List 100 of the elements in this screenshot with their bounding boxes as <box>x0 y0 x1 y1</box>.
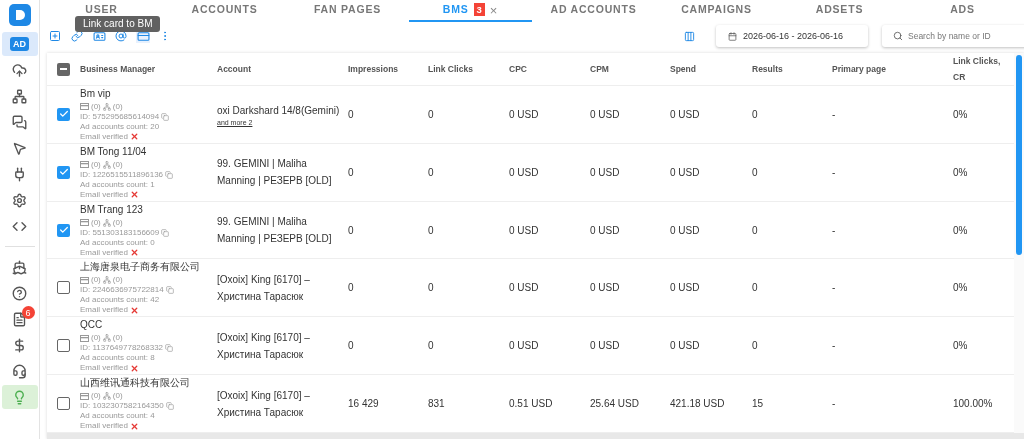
table-cell-text: 0 USD <box>670 224 701 236</box>
hierarchy-icon <box>102 276 111 285</box>
column-header[interactable]: Link Clicks, CR <box>953 53 1012 85</box>
vertical-scrollbar[interactable] <box>1014 53 1024 433</box>
table-cell-text: 0 <box>752 108 759 120</box>
column-header[interactable]: Primary page <box>832 61 953 77</box>
table-cell-text: 0 USD <box>509 166 540 178</box>
close-tab-button[interactable]: × <box>489 3 499 18</box>
hierarchy-icon <box>102 392 111 401</box>
column-header[interactable]: Results <box>752 61 832 77</box>
column-header[interactable]: Business Manager <box>80 61 217 77</box>
table-cell-text: 0 USD <box>670 282 701 294</box>
column-header[interactable]: Account <box>217 61 348 77</box>
member-count: (0) <box>112 217 123 228</box>
column-header[interactable]: Impressions <box>348 61 428 77</box>
table-cell-text: 0 <box>348 166 355 178</box>
table-cell-text: 0% <box>953 340 969 352</box>
table-cell-text: 0% <box>953 224 969 236</box>
select-all-checkbox[interactable] <box>57 62 70 76</box>
calendar-icon <box>728 31 737 41</box>
table-cell-text: 0 USD <box>670 340 701 352</box>
email-verified-label: Email verified <box>80 189 128 200</box>
columns-icon[interactable] <box>683 30 695 42</box>
at-sign-icon[interactable] <box>115 30 127 42</box>
account-name: oxi Darkshard 14/8(Gemini) <box>217 104 341 119</box>
card-icon <box>80 219 89 227</box>
bm-name: Bm vip <box>80 86 112 100</box>
row-checkbox[interactable] <box>57 339 70 353</box>
row-checkbox[interactable] <box>57 165 70 179</box>
date-range-field[interactable]: 2026-06-16 - 2026-06-16 <box>716 25 868 47</box>
tab[interactable]: CAMPAIGNS <box>655 0 778 22</box>
headset-icon <box>12 363 27 379</box>
cloud-upload-icon <box>12 62 27 78</box>
row-checkbox[interactable] <box>57 107 70 121</box>
table-cell-text: 0 <box>428 282 435 294</box>
card-icon <box>80 161 89 169</box>
column-header[interactable]: Spend <box>670 61 752 77</box>
table-cell-text: 0 USD <box>509 340 540 352</box>
tab[interactable]: FAN PAGES <box>286 0 409 22</box>
ad-accounts-count: Ad accounts count: 8 <box>80 353 156 364</box>
row-checkbox[interactable] <box>57 397 70 411</box>
tab[interactable]: ACCOUNTS <box>163 0 286 22</box>
sidebar-item[interactable]: AD <box>1 32 38 56</box>
card-count: (0) <box>91 159 101 170</box>
ad-accounts-count: Ad accounts count: 42 <box>80 295 161 306</box>
tab[interactable]: BMS 3 × <box>409 0 532 22</box>
table-cell-text: 16 429 <box>348 398 380 410</box>
ad-accounts-count: Ad accounts count: 20 <box>80 121 161 132</box>
card-icon <box>80 276 89 284</box>
member-count: (0) <box>112 391 123 402</box>
table-cell-text: 25.64 USD <box>590 398 640 410</box>
help-icon <box>12 285 27 301</box>
table-cell-text: 0 <box>428 340 435 352</box>
email-verified-label: Email verified <box>80 131 128 142</box>
member-count: (0) <box>112 275 123 286</box>
table-cell-text: 0 <box>348 282 355 294</box>
link-icon[interactable] <box>71 30 83 42</box>
account-name: [Oxoix] King [6170] – Христина Тарасюк <box>217 272 311 304</box>
table-cell-text: 0 <box>752 282 759 294</box>
bm-name: 山西维讯通科技有限公司 <box>80 376 191 390</box>
add-icon[interactable] <box>49 30 61 42</box>
bm-id: ID: 551303183156609 <box>80 227 160 238</box>
tooltip: Link card to BM <box>75 16 161 32</box>
account-name: 99. GEMINI | Maliha Manning | РЕЗЕРВ [OLD] <box>217 157 333 189</box>
card-count: (0) <box>91 333 101 344</box>
table-cell-text: 0 USD <box>509 224 540 236</box>
tab[interactable]: ADSETS <box>778 0 901 22</box>
search-field[interactable]: Search by name or ID <box>882 25 1024 47</box>
ship-icon <box>12 259 27 275</box>
column-header[interactable]: CPC <box>509 61 590 77</box>
search-icon <box>893 31 903 41</box>
row-checkbox[interactable] <box>57 223 70 237</box>
table-cell-text: 831 <box>428 398 446 410</box>
table-cell-text: - <box>832 340 837 352</box>
tab[interactable]: ADS <box>901 0 1024 22</box>
table-cell-text: - <box>832 108 837 120</box>
bm-name: QCC <box>80 318 104 332</box>
table-cell-text: 0% <box>953 282 969 294</box>
table-cell-text: - <box>832 282 837 294</box>
hierarchy-icon <box>102 334 111 343</box>
plug-icon <box>12 166 27 182</box>
column-header[interactable]: Link Clicks <box>428 61 509 77</box>
bm-name: 上海唐泉电子商务有限公司 <box>80 260 201 274</box>
row-checkbox[interactable] <box>57 281 70 295</box>
bm-name: BM Trang 123 <box>80 202 144 216</box>
table-cell-text: 0 USD <box>590 282 621 294</box>
email-verified-label: Email verified <box>80 247 128 258</box>
card-icon <box>80 392 89 400</box>
table-cell-text: - <box>832 398 837 410</box>
chat-icon <box>12 114 27 130</box>
sidebar-item[interactable]: 6 <box>1 307 38 331</box>
column-header[interactable]: CPM <box>590 61 670 77</box>
bm-id: ID: 1137649778268332 <box>80 343 164 354</box>
ad-accounts-count: Ad accounts count: 1 <box>80 179 156 190</box>
table-cell-text: 0 USD <box>590 340 621 352</box>
tab[interactable]: AD ACCOUNTS <box>532 0 655 22</box>
app-logo[interactable] <box>8 4 31 26</box>
scrollbar-thumb[interactable] <box>1016 55 1022 255</box>
id-card-icon[interactable] <box>92 29 106 43</box>
email-verified-label: Email verified <box>80 305 128 316</box>
